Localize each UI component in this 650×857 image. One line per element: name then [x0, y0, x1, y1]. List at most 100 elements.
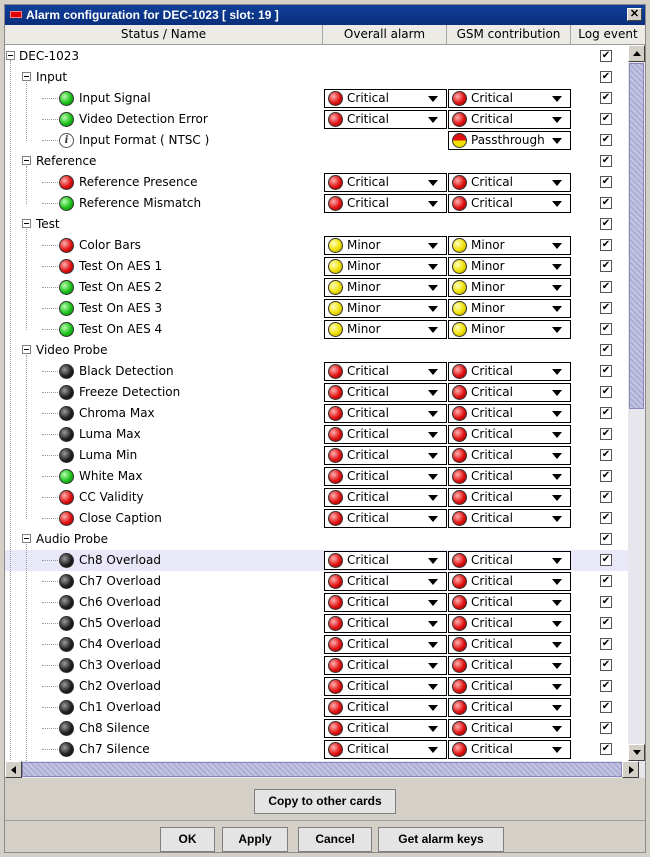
log-event-checkbox[interactable]: ✔	[600, 470, 612, 482]
ok-button[interactable]: OK	[160, 827, 215, 852]
gsm-contribution-select[interactable]: Minor	[448, 278, 571, 297]
dropdown-arrow-icon[interactable]	[552, 474, 562, 480]
log-event-checkbox[interactable]: ✔	[600, 281, 612, 293]
gsm-contribution-select[interactable]: Critical	[448, 383, 571, 402]
tree-group-row[interactable]: Input ✔	[5, 67, 628, 88]
dropdown-arrow-icon[interactable]	[428, 726, 438, 732]
overall-alarm-select[interactable]: Critical	[324, 89, 447, 108]
dropdown-arrow-icon[interactable]	[552, 369, 562, 375]
dropdown-arrow-icon[interactable]	[552, 432, 562, 438]
gsm-contribution-select[interactable]: Critical	[448, 572, 571, 591]
gsm-contribution-select[interactable]: Critical	[448, 446, 571, 465]
dropdown-arrow-icon[interactable]	[428, 663, 438, 669]
dropdown-arrow-icon[interactable]	[428, 642, 438, 648]
column-header-gsm-contribution[interactable]: GSM contribution	[447, 25, 571, 44]
gsm-contribution-select[interactable]: Critical	[448, 719, 571, 738]
dropdown-arrow-icon[interactable]	[552, 495, 562, 501]
tree-row[interactable]: Ch6 Overload Critical Critical ✔	[5, 592, 628, 613]
tree-row[interactable]: Ch8 Silence Critical Critical ✔	[5, 718, 628, 739]
gsm-contribution-select[interactable]: Minor	[448, 320, 571, 339]
gsm-contribution-select[interactable]: Minor	[448, 236, 571, 255]
tree-row[interactable]: Test On AES 1 Minor Minor ✔	[5, 256, 628, 277]
overall-alarm-select[interactable]: Critical	[324, 740, 447, 759]
tree-group-row[interactable]: Reference ✔	[5, 151, 628, 172]
log-event-checkbox[interactable]: ✔	[600, 134, 612, 146]
horizontal-scroll-thumb[interactable]	[22, 762, 622, 777]
log-event-checkbox[interactable]: ✔	[600, 722, 612, 734]
log-event-checkbox[interactable]: ✔	[600, 512, 612, 524]
tree-row[interactable]: Ch2 Overload Critical Critical ✔	[5, 676, 628, 697]
log-event-checkbox[interactable]: ✔	[600, 50, 612, 62]
gsm-contribution-select[interactable]: Critical	[448, 425, 571, 444]
collapse-toggle-icon[interactable]	[6, 51, 15, 60]
scroll-up-button[interactable]	[628, 45, 645, 62]
column-header-log-event[interactable]: Log event	[571, 25, 645, 44]
log-event-checkbox[interactable]: ✔	[600, 596, 612, 608]
overall-alarm-select[interactable]: Critical	[324, 551, 447, 570]
gsm-contribution-select[interactable]: Critical	[448, 635, 571, 654]
log-event-checkbox[interactable]: ✔	[600, 680, 612, 692]
gsm-contribution-select[interactable]: Critical	[448, 467, 571, 486]
gsm-contribution-select[interactable]: Critical	[448, 404, 571, 423]
get-alarm-keys-button[interactable]: Get alarm keys	[378, 827, 504, 852]
dropdown-arrow-icon[interactable]	[428, 327, 438, 333]
dropdown-arrow-icon[interactable]	[428, 369, 438, 375]
dropdown-arrow-icon[interactable]	[552, 663, 562, 669]
dropdown-arrow-icon[interactable]	[428, 495, 438, 501]
tree-row[interactable]: White Max Critical Critical ✔	[5, 466, 628, 487]
overall-alarm-select[interactable]: Minor	[324, 236, 447, 255]
tree-row[interactable]: Color Bars Minor Minor ✔	[5, 235, 628, 256]
log-event-checkbox[interactable]: ✔	[600, 701, 612, 713]
overall-alarm-select[interactable]: Minor	[324, 257, 447, 276]
overall-alarm-select[interactable]: Critical	[324, 656, 447, 675]
dropdown-arrow-icon[interactable]	[552, 453, 562, 459]
tree-row[interactable]: Reference Presence Critical Critical ✔	[5, 172, 628, 193]
overall-alarm-select[interactable]: Critical	[324, 509, 447, 528]
tree-row[interactable]: Luma Min Critical Critical ✔	[5, 445, 628, 466]
log-event-checkbox[interactable]: ✔	[600, 533, 612, 545]
overall-alarm-select[interactable]: Critical	[324, 698, 447, 717]
log-event-checkbox[interactable]: ✔	[600, 302, 612, 314]
collapse-toggle-icon[interactable]	[22, 219, 31, 228]
log-event-checkbox[interactable]: ✔	[600, 218, 612, 230]
overall-alarm-select[interactable]: Minor	[324, 299, 447, 318]
tree-row[interactable]: Reference Mismatch Critical Critical ✔	[5, 193, 628, 214]
tree-row[interactable]: Chroma Max Critical Critical ✔	[5, 403, 628, 424]
overall-alarm-select[interactable]: Critical	[324, 488, 447, 507]
dropdown-arrow-icon[interactable]	[552, 117, 562, 123]
dropdown-arrow-icon[interactable]	[552, 642, 562, 648]
tree-row[interactable]: Test On AES 3 Minor Minor ✔	[5, 298, 628, 319]
tree-row[interactable]: Video Detection Error Critical Critical ✔	[5, 109, 628, 130]
dropdown-arrow-icon[interactable]	[428, 264, 438, 270]
overall-alarm-select[interactable]: Critical	[324, 467, 447, 486]
gsm-contribution-select[interactable]: Minor	[448, 257, 571, 276]
cancel-button[interactable]: Cancel	[298, 827, 372, 852]
dropdown-arrow-icon[interactable]	[552, 684, 562, 690]
dropdown-arrow-icon[interactable]	[552, 747, 562, 753]
dropdown-arrow-icon[interactable]	[428, 684, 438, 690]
gsm-contribution-select[interactable]: Critical	[448, 551, 571, 570]
overall-alarm-select[interactable]: Critical	[324, 110, 447, 129]
log-event-checkbox[interactable]: ✔	[600, 449, 612, 461]
tree-row[interactable]: CC Validity Critical Critical ✔	[5, 487, 628, 508]
log-event-checkbox[interactable]: ✔	[600, 197, 612, 209]
dropdown-arrow-icon[interactable]	[428, 117, 438, 123]
tree-row[interactable]: Ch8 Overload Critical Critical ✔	[5, 550, 628, 571]
gsm-contribution-select[interactable]: Critical	[448, 110, 571, 129]
close-button[interactable]: ✕	[627, 8, 642, 21]
overall-alarm-select[interactable]: Critical	[324, 572, 447, 591]
log-event-checkbox[interactable]: ✔	[600, 344, 612, 356]
tree-row[interactable]: Ch7 Overload Critical Critical ✔	[5, 571, 628, 592]
log-event-checkbox[interactable]: ✔	[600, 323, 612, 335]
gsm-contribution-select[interactable]: Critical	[448, 677, 571, 696]
dropdown-arrow-icon[interactable]	[428, 285, 438, 291]
vertical-scroll-thumb[interactable]	[629, 63, 644, 409]
dropdown-arrow-icon[interactable]	[552, 558, 562, 564]
tree-row[interactable]: Test On AES 2 Minor Minor ✔	[5, 277, 628, 298]
dropdown-arrow-icon[interactable]	[552, 516, 562, 522]
gsm-contribution-select[interactable]: Critical	[448, 194, 571, 213]
dropdown-arrow-icon[interactable]	[552, 201, 562, 207]
dropdown-arrow-icon[interactable]	[552, 327, 562, 333]
tree-row[interactable]: Close Caption Critical Critical ✔	[5, 508, 628, 529]
overall-alarm-select[interactable]: Critical	[324, 404, 447, 423]
